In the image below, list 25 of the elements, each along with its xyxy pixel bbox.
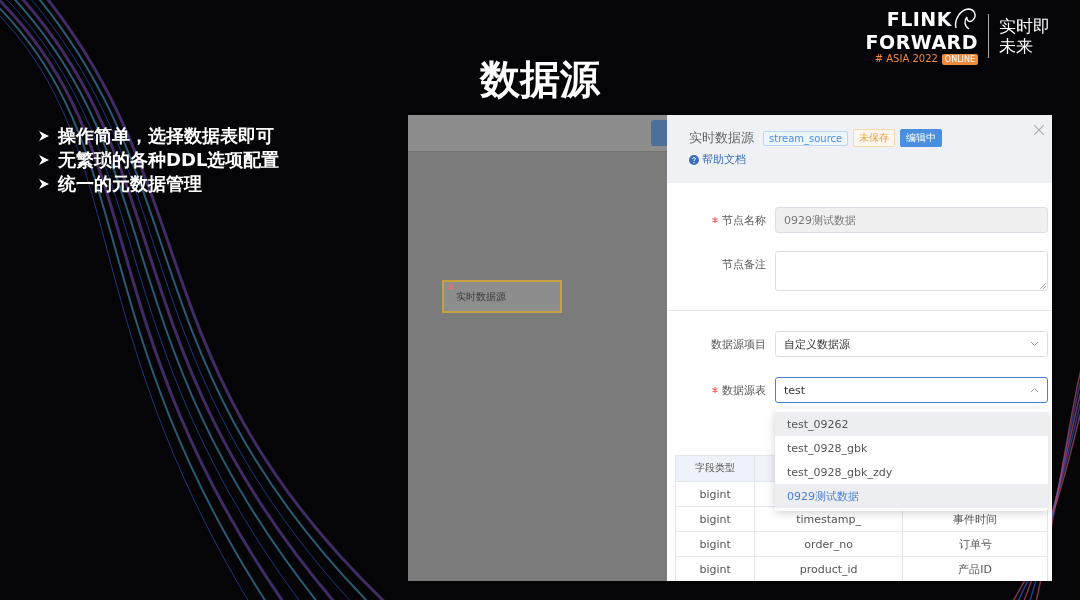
table-cell: order_no	[754, 531, 903, 557]
table-cell: bigint	[675, 506, 755, 532]
field-label: 节点名称	[722, 212, 766, 228]
field-label: 数据源表	[722, 382, 766, 398]
drawer-title: 实时数据源	[689, 129, 754, 147]
field-label: 节点备注	[722, 256, 766, 272]
status-tag: 编辑中	[900, 129, 943, 147]
logo-text: FLINK	[886, 9, 952, 29]
bullet-text: 操作简单，选择数据表即可	[58, 125, 274, 147]
table-cell: bigint	[675, 481, 755, 507]
table-cell: bigint	[675, 531, 755, 557]
slogan-text: 未来	[999, 35, 1034, 56]
status-tag: 未保存	[853, 129, 896, 147]
status-tag: stream_source	[763, 130, 849, 146]
slogan-text: 实时即	[999, 15, 1050, 36]
field-label: 数据源项目	[711, 336, 766, 352]
logo-text: FORWARD	[865, 32, 978, 52]
column-header: 字段类型	[675, 455, 755, 482]
bullet-text: 统一的元数据管理	[58, 173, 202, 195]
edition-text: # ASIA 2022	[874, 53, 938, 65]
online-badge: ONLINE	[941, 53, 978, 65]
slide-title: 数据源	[480, 57, 600, 101]
bullet-text: 无繁琐的各种DDL选项配置	[58, 149, 280, 171]
table-cell: bigint	[675, 556, 755, 581]
table-cell: 订单号	[902, 531, 1048, 557]
